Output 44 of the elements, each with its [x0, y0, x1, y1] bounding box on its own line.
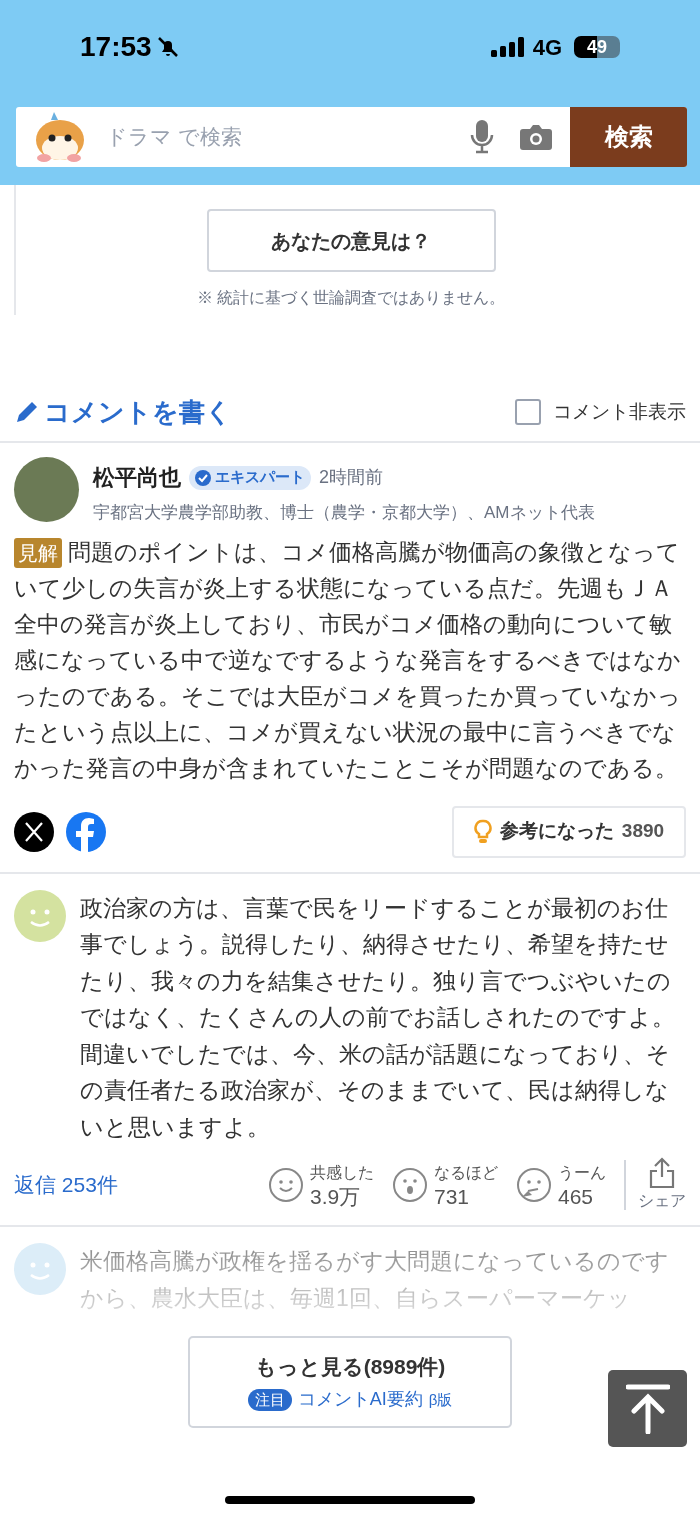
comment-body: 見解 問題のポイントは、コメ価格高騰が物価高の象徴となっていて少しの失言が炎上する状態になっている点だ。先週もＪＡ全中の発言が炎上しており、市民がコメ価格の動向について敏感になっている中で逆なでするような発言をするべきではなかったのである。そこでは大臣がコメを買ったか買っていなかったという点以上に、コメが買えない状況の最中に言うべきでなかった発言の中身が含まれていたことこそが問題なのである。 — [14, 536, 682, 783]
opinion-tag: 見解 — [14, 537, 62, 568]
lightbulb-icon — [473, 818, 492, 845]
share-button[interactable]: シェア — [638, 1157, 686, 1213]
replies-link[interactable]: 返信 253件 — [14, 1169, 118, 1201]
verified-icon — [195, 469, 211, 486]
search-field[interactable]: ドラマ で検索 検索 — [16, 107, 687, 167]
status-time: 17:53 — [80, 30, 152, 64]
hide-comments-checkbox[interactable] — [515, 399, 541, 425]
author-name: 松平尚也 — [93, 464, 181, 492]
opinion-button[interactable]: あなたの意見は？ — [206, 209, 496, 272]
ai-summary-link[interactable]: コメントAI要約 — [297, 1386, 423, 1414]
signal-icon — [490, 37, 525, 57]
share-icon — [649, 1157, 675, 1189]
x-share-icon[interactable] — [14, 811, 54, 852]
microphone-icon[interactable] — [470, 120, 494, 154]
scroll-to-top-button[interactable] — [608, 1370, 687, 1447]
comment-body: 政治家の方は、言葉で民をリードすることが最初のお仕事でしょう。説得したり、納得させたり、希望を持たせたり、我々の力を結集させたり。独り言でつぶやいたのではなく、たくさんの人の前でお話しされたのですよ。間違いでしたでは、今、米の話が話題になっており、その責任者たる政治家が、そのままでいて、民は納得しないと思いますよ。 — [80, 893, 676, 1142]
beta-label: β版 — [428, 1389, 453, 1410]
write-comment-link[interactable]: コメントを書く — [14, 392, 232, 432]
reaction-button[interactable]: なるほど 731 — [392, 1161, 498, 1209]
smiley-avatar-icon — [14, 1243, 66, 1295]
battery-indicator: 49 — [574, 36, 620, 58]
facebook-share-icon[interactable] — [66, 811, 106, 852]
surprised-face-icon — [392, 1167, 428, 1203]
show-more-button[interactable]: もっと見る(8989件) 注目 コメントAI要約 β版 — [188, 1336, 512, 1428]
pencil-icon — [14, 399, 40, 425]
expert-badge: エキスパート — [189, 465, 311, 490]
hide-comments-label: コメント非表示 — [553, 399, 686, 424]
reaction-button[interactable]: うーん 465 — [516, 1161, 606, 1209]
network-label: 4G — [532, 33, 562, 62]
poll-note: ※ 統計に基づく世論調査ではありません。 — [196, 288, 506, 308]
camera-icon[interactable] — [520, 124, 552, 150]
arrow-up-icon — [625, 1383, 670, 1434]
smiling-face-icon — [268, 1167, 304, 1203]
helpful-button[interactable]: 参考になった 3890 — [452, 805, 686, 858]
reaction-button[interactable]: 共感した 3.9万 — [268, 1161, 374, 1209]
search-button[interactable]: 検索 — [570, 107, 687, 167]
comment-time: 2時間前 — [319, 466, 383, 489]
hamster-mascot-icon — [34, 110, 86, 164]
featured-tag: 注目 — [247, 1388, 292, 1411]
smiley-avatar-icon — [14, 889, 66, 942]
thinking-face-icon — [516, 1167, 552, 1203]
author-affiliation: 宇都宮大学農学部助教、博士（農学・京都大学）、AMネット代表 — [93, 502, 595, 524]
